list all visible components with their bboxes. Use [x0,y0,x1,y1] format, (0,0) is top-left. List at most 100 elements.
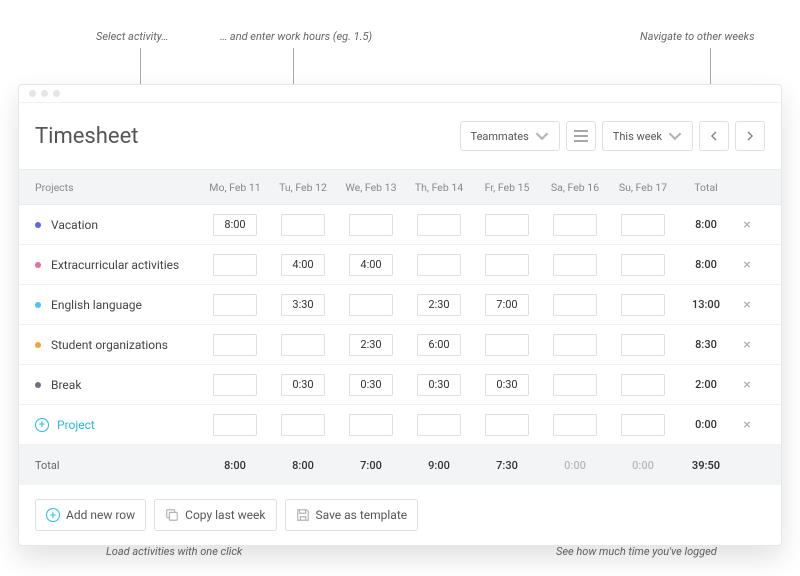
hour-cell[interactable] [553,214,597,236]
hour-cell[interactable] [213,334,257,356]
page-title: Timesheet [35,124,460,149]
footer-label: Total [27,459,201,472]
delete-row-button[interactable]: × [735,377,759,393]
table-footer: Total 8:008:007:009:007:300:000:00 39:50 [19,445,781,485]
hour-cell[interactable] [553,414,597,436]
col-projects: Projects [27,181,201,194]
hour-cell[interactable]: 3:30 [281,294,325,316]
hour-cell[interactable] [621,414,665,436]
hour-cell[interactable] [213,414,257,436]
hour-cell[interactable]: 0:30 [485,374,529,396]
row-total: 8:00 [677,258,735,271]
add-project-button[interactable]: + Project [27,418,201,432]
hour-cell[interactable]: 2:30 [349,334,393,356]
annotation-select-activity: Select activity… [96,30,168,43]
project-name: English language [51,298,142,312]
day-total: 8:00 [269,459,337,472]
project-name: Break [51,378,81,392]
hour-cell[interactable] [349,414,393,436]
delete-row-button[interactable]: × [735,417,759,433]
annotation-time-logged: See how much time you've logged [556,545,717,558]
prev-week-button[interactable] [699,121,729,151]
col-day: Mo, Feb 11 [201,181,269,194]
hour-cell[interactable] [621,374,665,396]
hour-cell[interactable]: 0:30 [349,374,393,396]
hour-cell[interactable]: 0:30 [417,374,461,396]
week-dropdown[interactable]: This week [602,121,693,151]
hour-cell[interactable]: 4:00 [349,254,393,276]
chevron-down-icon [668,129,682,143]
list-view-button[interactable] [566,121,596,151]
chevron-left-icon [710,131,718,141]
col-total: Total [677,181,735,194]
delete-row-button[interactable]: × [735,217,759,233]
hour-cell[interactable] [621,294,665,316]
copy-icon [165,508,179,522]
delete-row-button[interactable]: × [735,337,759,353]
table-row: English language3:302:307:0013:00× [19,285,781,325]
hour-cell[interactable]: 8:00 [213,214,257,236]
hour-cell[interactable]: 4:00 [281,254,325,276]
table-row: Vacation8:008:00× [19,205,781,245]
hour-cell[interactable] [417,254,461,276]
hour-cell[interactable] [553,374,597,396]
hour-cell[interactable] [281,334,325,356]
hour-cell[interactable]: 0:30 [281,374,325,396]
project-color-dot [35,302,41,308]
copy-week-button[interactable]: Copy last week [154,499,276,531]
teammates-dropdown[interactable]: Teammates [460,121,560,151]
hour-cell[interactable] [485,214,529,236]
hour-cell[interactable]: 7:00 [485,294,529,316]
page-header: Timesheet Teammates This week [19,103,781,169]
next-week-button[interactable] [735,121,765,151]
col-day: Tu, Feb 12 [269,181,337,194]
delete-row-button[interactable]: × [735,257,759,273]
add-row-button[interactable]: + Add new row [35,499,146,531]
hour-cell[interactable] [281,414,325,436]
table-header: Projects Mo, Feb 11 Tu, Feb 12 We, Feb 1… [19,169,781,205]
chevron-down-icon [535,129,549,143]
row-total: 8:00 [677,218,735,231]
project-color-dot [35,382,41,388]
window-titlebar [19,85,781,103]
hour-cell[interactable] [417,214,461,236]
save-template-button[interactable]: Save as template [285,499,419,531]
hour-cell[interactable] [485,334,529,356]
hour-cell[interactable] [213,254,257,276]
hour-cell[interactable] [417,414,461,436]
delete-row-button[interactable]: × [735,297,759,313]
plus-icon: + [46,508,60,522]
day-total: 0:00 [609,459,677,472]
hour-cell[interactable] [621,254,665,276]
hour-cell[interactable]: 2:30 [417,294,461,316]
project-color-dot [35,222,41,228]
table-row: Student organizations2:306:008:30× [19,325,781,365]
hour-cell[interactable] [213,294,257,316]
hour-cell[interactable] [553,294,597,316]
day-total: 7:00 [337,459,405,472]
project-name: Student organizations [51,338,168,352]
annotation-enter-hours: … and enter work hours (eg. 1.5) [220,30,372,43]
row-total: 0:00 [677,418,735,431]
timesheet-table: Projects Mo, Feb 11 Tu, Feb 12 We, Feb 1… [19,169,781,485]
col-day: Su, Feb 17 [609,181,677,194]
save-icon [296,508,310,522]
project-color-dot [35,262,41,268]
hour-cell[interactable] [485,254,529,276]
hour-cell[interactable] [553,334,597,356]
row-total: 2:00 [677,378,735,391]
table-row: Break 0:30 0:30 0:30 0:30 2:00× [19,365,781,405]
hour-cell[interactable] [349,214,393,236]
hour-cell[interactable] [349,294,393,316]
hour-cell[interactable] [213,374,257,396]
hour-cell[interactable] [281,214,325,236]
project-name: Extracurricular activities [51,258,179,272]
hour-cell[interactable] [553,254,597,276]
hour-cell[interactable] [621,334,665,356]
project-color-dot [35,342,41,348]
hour-cell[interactable] [621,214,665,236]
list-icon [574,130,588,142]
hour-cell[interactable]: 6:00 [417,334,461,356]
hour-cell[interactable] [485,414,529,436]
project-name: Vacation [51,218,98,232]
